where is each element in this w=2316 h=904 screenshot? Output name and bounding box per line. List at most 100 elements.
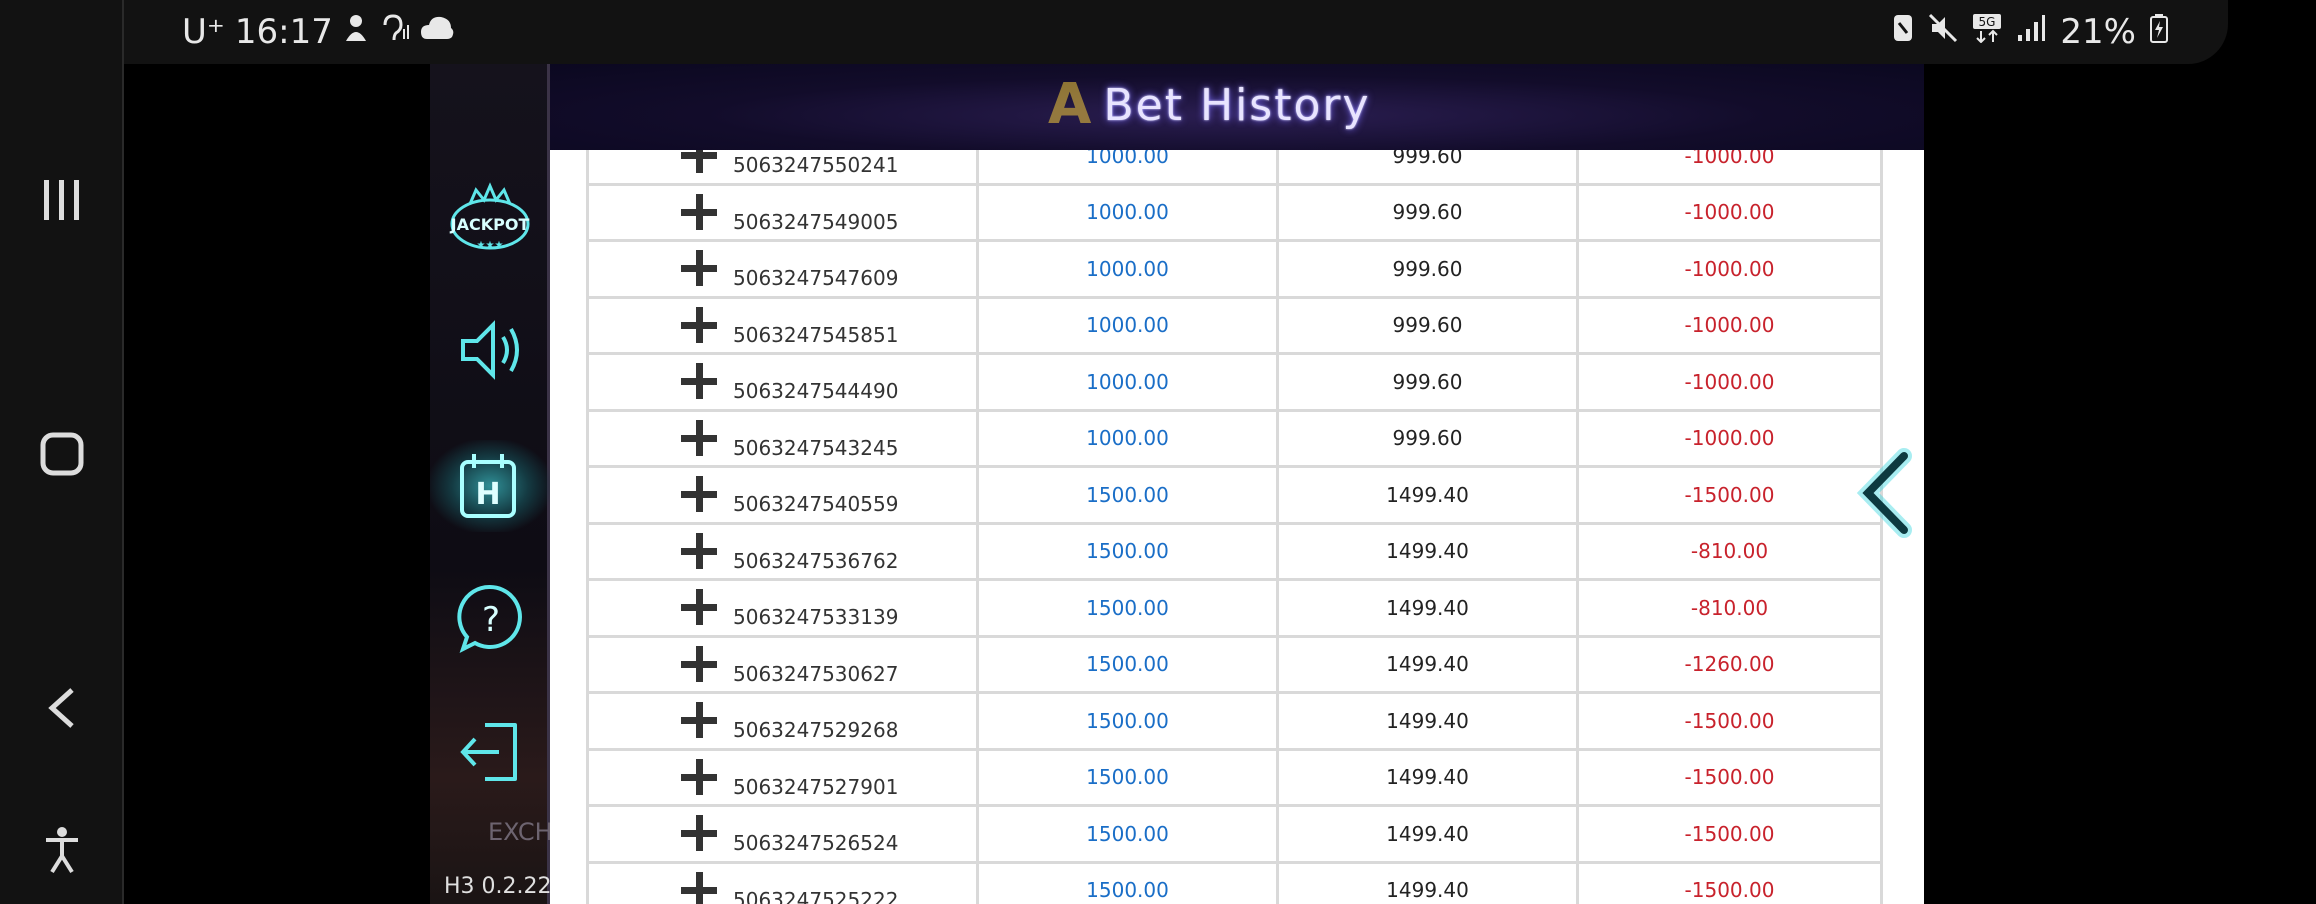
round-id: 5063247530627: [733, 661, 899, 686]
bet-amount: 1500.00: [976, 860, 1279, 904]
bet-history-panel[interactable]: 5063247550241 1000.00 999.60 -1000.00 506324…: [550, 150, 1924, 904]
bet-amount: 1500.00: [976, 747, 1279, 807]
round-id-cell: 5063247545851: [586, 295, 979, 355]
win-loss: -1500.00: [1576, 747, 1883, 807]
valid-bet: 1499.40: [1276, 691, 1579, 751]
table-row[interactable]: 5063247527901 1500.00 1499.40 -1500.00: [586, 747, 1883, 807]
table-row[interactable]: 5063247533139 1500.00 1499.40 -810.00: [586, 578, 1883, 638]
table-row[interactable]: 5063247526524 1500.00 1499.40 -1500.00: [586, 804, 1883, 864]
5g-icon: 5G: [1972, 12, 2002, 52]
round-id: 5063247529268: [733, 718, 899, 742]
win-loss: -1000.00: [1576, 150, 1883, 186]
table-row[interactable]: 5063247544490 1000.00 999.60 -1000.00: [586, 352, 1883, 412]
battery-percent: 21%: [2060, 12, 2136, 52]
carrier-label: U⁺: [182, 12, 225, 52]
expand-plus-icon[interactable]: [681, 702, 717, 738]
win-loss: -1500.00: [1576, 804, 1883, 864]
exchange-label: EXCH: [488, 818, 553, 846]
round-id-cell: 5063247547609: [586, 239, 979, 299]
jackpot-icon[interactable]: JACKPOT ★★★: [444, 174, 536, 266]
recent-apps-icon[interactable]: [22, 160, 102, 240]
app-notification-icon: [343, 12, 369, 52]
bet-history-table: 5063247550241 1000.00 999.60 -1000.00 506324…: [586, 150, 1883, 904]
bet-amount: 1000.00: [976, 239, 1279, 299]
round-id: 5063247533139: [733, 605, 899, 629]
back-icon[interactable]: [22, 668, 102, 748]
battery-icon: [2150, 12, 2168, 52]
expand-plus-icon[interactable]: [681, 306, 717, 343]
chevron-left-icon[interactable]: [1852, 448, 1922, 538]
bet-amount: 1500.00: [976, 465, 1279, 525]
signal-icon: [2016, 12, 2046, 52]
expand-plus-icon[interactable]: [681, 871, 717, 904]
win-loss: -1260.00: [1576, 634, 1883, 694]
bet-amount: 1500.00: [976, 634, 1279, 694]
round-id-cell: 5063247526524: [586, 804, 979, 864]
round-id: 5063247543245: [733, 435, 899, 460]
bet-amount: 1500.00: [976, 691, 1279, 751]
round-id: 5063247536762: [733, 548, 899, 573]
page-title: Bet History: [1103, 80, 1371, 131]
table-row[interactable]: 5063247529268 1500.00 1499.40 -1500.00: [586, 691, 1883, 751]
table-row[interactable]: 5063247536762 1500.00 1499.40 -810.00: [586, 521, 1883, 581]
win-loss: -1500.00: [1576, 465, 1883, 525]
svg-text:5G: 5G: [1979, 15, 1996, 29]
win-loss: -1000.00: [1576, 408, 1883, 468]
round-id-cell: 5063247533139: [586, 578, 979, 638]
expand-plus-icon[interactable]: [681, 150, 717, 173]
valid-bet: 1499.40: [1276, 521, 1579, 581]
table-row[interactable]: 5063247525222 1500.00 1499.40 -1500.00: [586, 860, 1883, 904]
table-row[interactable]: 5063247549005 1000.00 999.60 -1000.00: [586, 182, 1883, 242]
game-sidebar: JACKPOT ★★★ H ?: [430, 64, 550, 904]
round-id: 5063247547609: [733, 266, 899, 290]
round-id: 5063247527901: [733, 774, 899, 799]
expand-plus-icon[interactable]: [681, 758, 717, 795]
table-row[interactable]: 5063247545851 1000.00 999.60 -1000.00: [586, 295, 1883, 355]
round-id-cell: 5063247525222: [586, 860, 979, 904]
round-id-cell: 5063247536762: [586, 521, 979, 581]
expand-plus-icon[interactable]: [681, 363, 717, 399]
win-loss: -1000.00: [1576, 295, 1883, 355]
win-loss: -810.00: [1576, 578, 1883, 638]
table-row[interactable]: 5063247530627 1500.00 1499.40 -1260.00: [586, 634, 1883, 694]
history-letter: H: [475, 477, 500, 512]
valid-bet: 999.60: [1276, 150, 1579, 186]
bet-amount: 1500.00: [976, 521, 1279, 581]
round-id-cell: 5063247529268: [586, 691, 979, 751]
table-row[interactable]: 5063247540559 1500.00 1499.40 -1500.00: [586, 465, 1883, 525]
valid-bet: 1499.40: [1276, 465, 1579, 525]
valid-bet: 999.60: [1276, 408, 1579, 468]
expand-plus-icon[interactable]: [681, 815, 717, 851]
mute-icon: [1928, 12, 1958, 52]
history-icon[interactable]: H: [430, 440, 550, 532]
sound-icon[interactable]: [444, 304, 536, 396]
expand-plus-icon[interactable]: [681, 532, 717, 569]
round-id: 5063247545851: [733, 322, 899, 347]
table-row[interactable]: 5063247543245 1000.00 999.60 -1000.00: [586, 408, 1883, 468]
round-id-cell: 5063247543245: [586, 408, 979, 468]
round-id: 5063247526524: [733, 831, 899, 855]
cloud-icon: [419, 12, 455, 52]
expand-plus-icon[interactable]: [681, 193, 717, 230]
help-icon[interactable]: ?: [444, 572, 536, 664]
accessibility-icon[interactable]: [22, 810, 102, 890]
table-row[interactable]: 5063247547609 1000.00 999.60 -1000.00: [586, 239, 1883, 299]
expand-plus-icon[interactable]: [681, 645, 717, 682]
clock: 16:17: [234, 12, 333, 52]
expand-plus-icon[interactable]: [681, 589, 717, 625]
win-loss: -1000.00: [1576, 182, 1883, 242]
expand-plus-icon[interactable]: [681, 476, 717, 512]
valid-bet: 999.60: [1276, 239, 1579, 299]
expand-plus-icon[interactable]: [681, 250, 717, 286]
home-icon[interactable]: [22, 414, 102, 494]
round-id: 5063247540559: [733, 492, 899, 516]
expand-plus-icon[interactable]: [681, 419, 717, 456]
table-row[interactable]: 5063247550241 1000.00 999.60 -1000.00: [586, 150, 1883, 186]
bet-amount: 1500.00: [976, 578, 1279, 638]
win-loss: -1500.00: [1576, 860, 1883, 904]
round-id-cell: 5063247540559: [586, 465, 979, 525]
round-id-cell: 5063247527901: [586, 747, 979, 807]
exit-icon[interactable]: [444, 706, 536, 798]
bet-amount: 1000.00: [976, 352, 1279, 412]
bet-amount: 1000.00: [976, 295, 1279, 355]
